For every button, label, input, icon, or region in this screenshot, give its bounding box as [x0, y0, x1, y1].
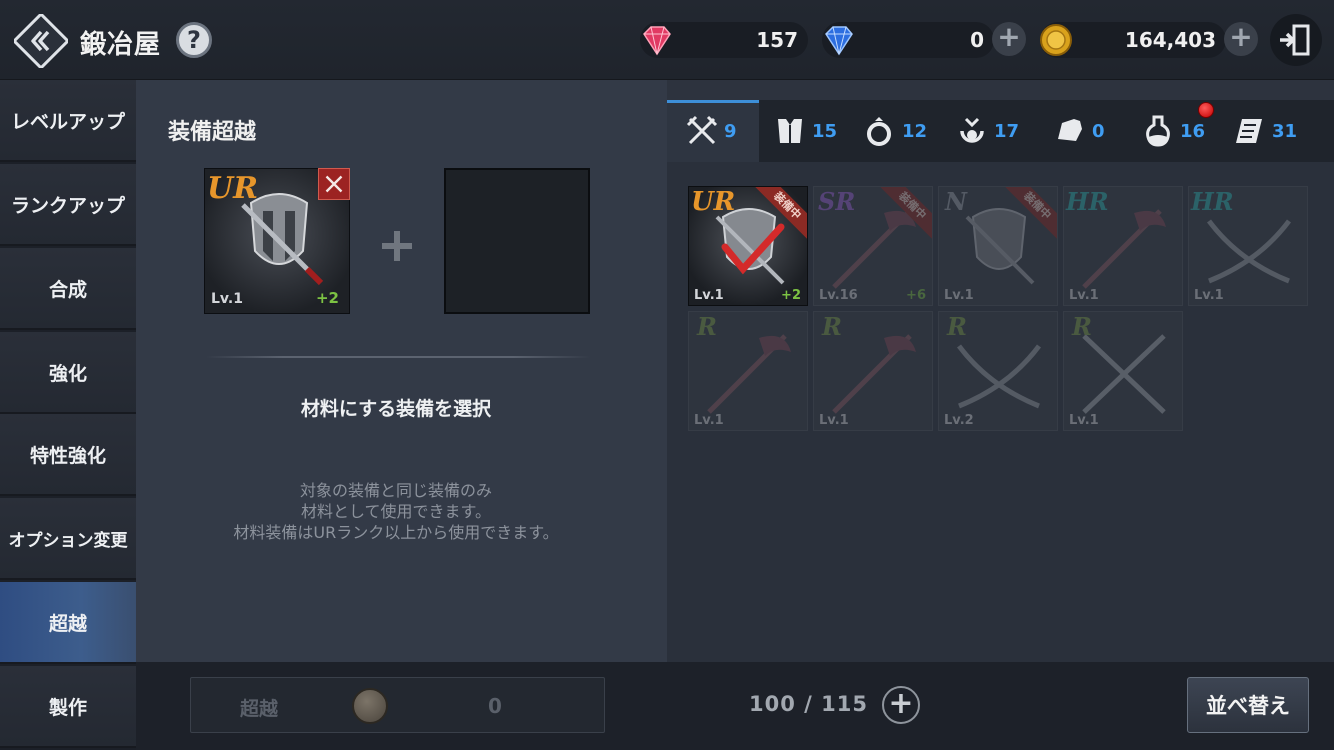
inventory-capacity: 100 / 115 — [749, 692, 868, 716]
inventory-item[interactable]: R Lv.1 — [688, 311, 808, 431]
inventory-item[interactable]: R Lv.1 — [813, 311, 933, 431]
red-gem-value: 157 — [756, 28, 798, 52]
add-gold-button[interactable]: + — [1224, 22, 1258, 56]
item-level: Lv.16 — [819, 288, 858, 303]
note-line-2: 材料として使用できます。 — [301, 502, 491, 521]
item-rank: UR — [691, 187, 736, 217]
divider — [206, 356, 590, 358]
tab-scrolls[interactable]: 31 — [1232, 100, 1297, 162]
plus-icon — [382, 231, 412, 261]
inventory-item[interactable]: 装備中 N Lv.1 — [938, 186, 1058, 306]
tab-potions[interactable]: 16 — [1140, 100, 1205, 162]
tab-count: 9 — [724, 120, 737, 142]
tab-count: 12 — [902, 120, 928, 142]
scroll-icon — [1236, 119, 1262, 143]
potion-icon — [1146, 115, 1170, 147]
tab-count: 31 — [1272, 120, 1298, 142]
item-level: Lv.1 — [694, 288, 724, 303]
inventory-item[interactable]: R Lv.2 — [938, 311, 1058, 431]
red-gem-counter: 157 — [640, 22, 808, 58]
item-level: Lv.1 — [694, 413, 724, 428]
inventory-item[interactable]: 装備中 UR Lv.1 +2 — [688, 186, 808, 306]
transcend-button-label: 超越 — [240, 698, 279, 720]
expand-capacity-button[interactable]: + — [882, 686, 920, 724]
glove-icon — [1058, 119, 1082, 141]
remove-item-button[interactable] — [318, 168, 350, 200]
gold-value: 164,403 — [1124, 28, 1216, 52]
item-rank: HR — [1066, 187, 1109, 216]
inventory-item[interactable]: 装備中 SR Lv.16 +6 — [813, 186, 933, 306]
sidebar-item-transcend[interactable]: 超越 — [0, 582, 136, 664]
sidebar-item-synthesis[interactable]: 合成 — [0, 248, 136, 330]
sidebar-item-rank-up[interactable]: ランクアップ — [0, 164, 136, 246]
item-rank: R — [822, 312, 842, 341]
sidebar-item-craft[interactable]: 製作 — [0, 666, 136, 748]
base-item-rank: UR — [207, 171, 259, 206]
item-plus: +2 — [781, 288, 801, 303]
sort-button[interactable]: 並べ替え — [1187, 677, 1309, 733]
sidebar-item-level-up[interactable]: レベルアップ — [0, 80, 136, 162]
section-title: 装備超越 — [168, 120, 257, 145]
inventory-item[interactable]: R Lv.1 — [1063, 311, 1183, 431]
item-plus: +6 — [906, 288, 926, 303]
red-gem-icon — [643, 26, 671, 56]
item-rank: SR — [818, 187, 856, 216]
tab-count: 15 — [812, 120, 838, 142]
sidebar-item-enhance[interactable]: 強化 — [0, 332, 136, 414]
item-level: Lv.2 — [944, 413, 974, 428]
item-rank: HR — [1191, 187, 1234, 216]
coin-icon — [352, 688, 388, 724]
note-line-3: 材料装備はURランク以上から使用できます。 — [233, 523, 559, 542]
exit-button[interactable] — [1270, 14, 1322, 66]
transcend-cost: 0 — [488, 694, 502, 718]
tab-armor[interactable]: 15 — [772, 100, 837, 162]
ring-icon — [867, 117, 891, 146]
blue-gem-value: 0 — [970, 28, 984, 52]
add-blue-gem-button[interactable]: + — [992, 22, 1026, 56]
material-note: 対象の装備と同じ装備のみ 材料として使用できます。 材料装備はURランク以上から… — [168, 480, 624, 543]
page-title: 鍛冶屋 — [80, 30, 162, 60]
item-level: Lv.1 — [1194, 288, 1224, 303]
tab-count: 17 — [994, 120, 1020, 142]
blue-gem-icon — [825, 26, 853, 56]
item-level: Lv.1 — [1069, 413, 1099, 428]
inventory-item[interactable]: HR Lv.1 — [1063, 186, 1183, 306]
note-line-1: 対象の装備と同じ装備のみ — [299, 481, 492, 500]
tab-count: 16 — [1180, 120, 1206, 142]
gold-counter: 164,403 — [1040, 22, 1226, 58]
help-button[interactable]: ? — [176, 22, 212, 58]
sidebar-item-option-change[interactable]: オプション変更 — [0, 498, 136, 580]
crossed-swords-icon — [686, 115, 718, 145]
base-item-plus: +2 — [315, 289, 339, 307]
gold-coin-icon — [1040, 24, 1072, 56]
tab-amulets[interactable]: 17 — [954, 100, 1019, 162]
item-rank: R — [947, 312, 967, 341]
select-material-instruction: 材料にする装備を選択 — [300, 398, 492, 420]
tab-rings[interactable]: 12 — [862, 100, 927, 162]
item-rank: R — [1072, 312, 1092, 341]
tab-count: 0 — [1092, 120, 1105, 142]
tab-gloves[interactable]: 0 — [1052, 100, 1105, 162]
sidebar-item-trait-enhance[interactable]: 特性強化 — [0, 414, 136, 496]
blue-gem-counter: 0 — [822, 22, 994, 58]
item-rank: N — [945, 187, 967, 216]
tab-weapons[interactable]: 9 — [684, 100, 737, 162]
item-level: Lv.1 — [819, 413, 849, 428]
app-root: { "header": { "title": "鍛冶屋", "help": "?… — [0, 0, 1334, 750]
armor-icon — [778, 119, 802, 143]
base-item-level: Lv.1 — [211, 291, 243, 307]
notification-dot — [1198, 102, 1214, 118]
material-slot[interactable] — [444, 168, 590, 314]
back-button[interactable] — [14, 14, 68, 68]
item-level: Lv.1 — [1069, 288, 1099, 303]
item-rank: R — [697, 312, 717, 341]
amulet-icon — [960, 117, 984, 143]
item-level: Lv.1 — [944, 288, 974, 303]
inventory-item[interactable]: HR Lv.1 — [1188, 186, 1308, 306]
